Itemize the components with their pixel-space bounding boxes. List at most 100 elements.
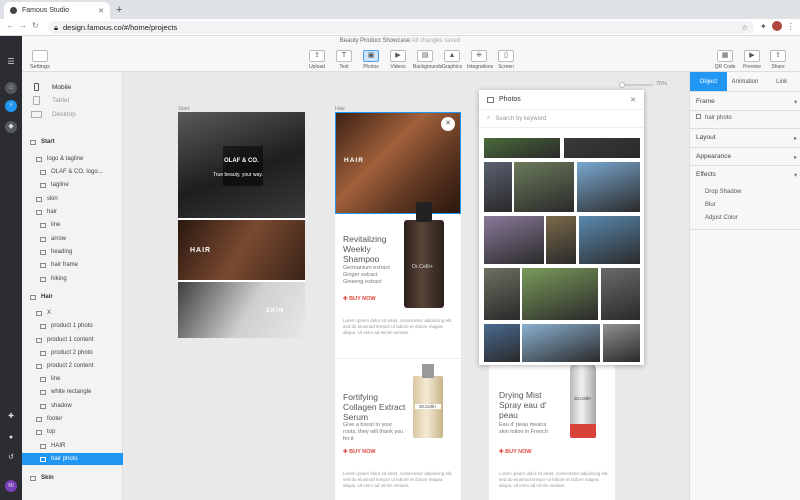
hiking-photo[interactable]: OLAF & CO. True beauty, your way. [178,112,305,218]
layer-item[interactable]: footer [22,413,123,425]
layer-item[interactable]: line [22,219,123,231]
url-field[interactable]: 🔒︎ design.famous.co/#/home/projects ☆ [48,21,754,34]
tool-videos[interactable]: ▶ Videos [386,50,410,70]
photo-thumbnail[interactable] [564,138,640,158]
layer-item[interactable]: line [22,373,123,385]
layer-item[interactable]: logo & tagline [22,153,123,165]
photo-thumbnail[interactable] [577,162,640,212]
layer-item[interactable]: top [22,426,123,438]
section-appearance[interactable]: Appearance ▸ [696,153,797,161]
tool-photos[interactable]: ▣ Photos [359,50,383,70]
photo-thumbnail[interactable] [484,216,544,264]
tool-text[interactable]: T Text [332,50,356,70]
layer-item[interactable]: Hair [22,291,123,303]
inspector-tabs: Object Animation Link [690,72,800,92]
new-tab-icon[interactable]: + [116,4,122,16]
effect-blur[interactable]: Blur [705,202,716,208]
tool-graphics[interactable]: ▲ Graphics [440,50,464,70]
tab-animation[interactable]: Animation [726,72,764,92]
puzzle-icon[interactable]: ✦ [760,22,767,31]
graduation-icon[interactable]: ◆ [5,121,17,133]
effect-adjust-color[interactable]: Adjust Color [705,215,738,221]
puzzle-icon[interactable]: ✚ [5,411,17,423]
layer-item[interactable]: product 2 content [22,360,123,372]
kebab-menu-icon[interactable]: ⋮ [787,22,795,31]
photo-thumbnail[interactable] [546,216,576,264]
layer-item[interactable]: white rectangle [22,386,123,398]
share-button[interactable]: ⇧ Share [766,50,790,70]
back-icon[interactable]: ← [6,21,19,30]
qr-code-button[interactable]: ▦ QR Code [713,50,737,70]
section-frame[interactable]: Frame ▾ [696,98,797,106]
desktop-icon[interactable] [31,111,42,118]
layer-item[interactable]: product 2 photo [22,347,123,359]
layer-item[interactable]: OLAF & CO. logo... [22,166,123,178]
menu-icon[interactable]: ☰ [5,56,17,68]
layer-item[interactable]: product 1 photo [22,320,123,332]
preview-button[interactable]: ▶ Preview [740,50,764,70]
layer-item[interactable]: Skin [22,472,123,484]
user-avatar[interactable]: MI [5,480,17,492]
photo-thumbnail[interactable] [603,324,640,362]
tool-integrations[interactable]: ⁜ Integrations [467,50,493,70]
layer-item[interactable]: hair photo [22,453,123,465]
skin-photo[interactable]: SKIN [178,282,305,338]
photo-thumbnail[interactable] [522,268,598,320]
nav-buttons[interactable]: ←→↻ [6,21,44,30]
layer-item[interactable]: Start [22,136,123,148]
lightbulb-icon[interactable]: ● [5,432,17,444]
layer-item[interactable]: HAIR [22,440,123,452]
photo-thumbnail[interactable] [484,138,560,158]
photo-thumbnail[interactable] [484,324,520,362]
buy-now-link-2[interactable]: ✚ BUY NOW [343,449,376,455]
close-tab-icon[interactable]: ✕ [98,7,104,15]
tool-screen[interactable]: ▯ Screen [494,50,518,70]
hair-photo-start[interactable]: HAIR [178,220,305,280]
zoom-slider[interactable] [619,82,653,88]
device-desktop[interactable]: Desktop [52,111,76,118]
layer-item[interactable]: hair frame [22,259,123,271]
settings-button[interactable]: Settings [30,50,50,70]
photo-thumbnail[interactable] [484,268,520,320]
layer-item[interactable]: heading [22,246,123,258]
layer-item[interactable]: skin [22,193,123,205]
forward-icon[interactable]: → [19,21,32,30]
device-tablet[interactable]: Tablet [52,97,69,104]
buy-now-link-3[interactable]: ✚ BUY NOW [499,449,532,455]
photo-thumbnail[interactable] [484,162,512,212]
layer-item[interactable]: X [22,307,123,319]
frame-item[interactable]: hair photo [696,114,732,121]
section-effects[interactable]: Effects ▾ [696,171,797,179]
zoom-slider-handle[interactable] [619,82,625,88]
section-layout[interactable]: Layout ▸ [696,134,797,142]
close-icon[interactable]: ✕ [630,96,636,104]
layer-item[interactable]: hiking [22,273,123,285]
tab-link[interactable]: Link [763,72,800,92]
photos-search-input[interactable]: Search by keyword [495,116,546,122]
layer-item[interactable]: hair [22,206,123,218]
reload-icon[interactable]: ↻ [32,21,44,30]
tool-backgrounds[interactable]: ▤ Backgrounds [413,50,442,70]
tablet-icon[interactable] [33,96,40,105]
profile-avatar[interactable] [771,21,782,31]
photo-thumbnail[interactable] [522,324,600,362]
photo-thumbnail[interactable] [601,268,640,320]
bolt-icon[interactable]: ⚡︎ [5,100,17,112]
home-icon[interactable]: ⌂ [5,82,17,94]
photo-thumbnail[interactable] [514,162,574,212]
layer-item[interactable]: product 1 content [22,334,123,346]
effect-drop-shadow[interactable]: Drop Shadow [705,189,741,195]
layer-item[interactable]: shadow [22,400,123,412]
buy-now-link-1[interactable]: ✚ BUY NOW [343,296,376,302]
tab-object[interactable]: Object [690,72,727,92]
history-icon[interactable]: ↺ [5,452,17,464]
browser-tab[interactable]: Famous Studio ✕ [4,2,110,19]
photo-thumbnail[interactable] [579,216,640,264]
tool-upload[interactable]: ⇪ Upload [305,50,329,70]
bookmark-star-icon[interactable]: ☆ [741,23,748,32]
device-mobile[interactable]: Mobile [52,84,71,91]
layer-item[interactable]: tagline [22,179,123,191]
photos-search[interactable]: ⌕ Search by keyword [479,110,644,128]
layer-item[interactable]: arrow [22,233,123,245]
mobile-icon[interactable] [34,83,39,91]
